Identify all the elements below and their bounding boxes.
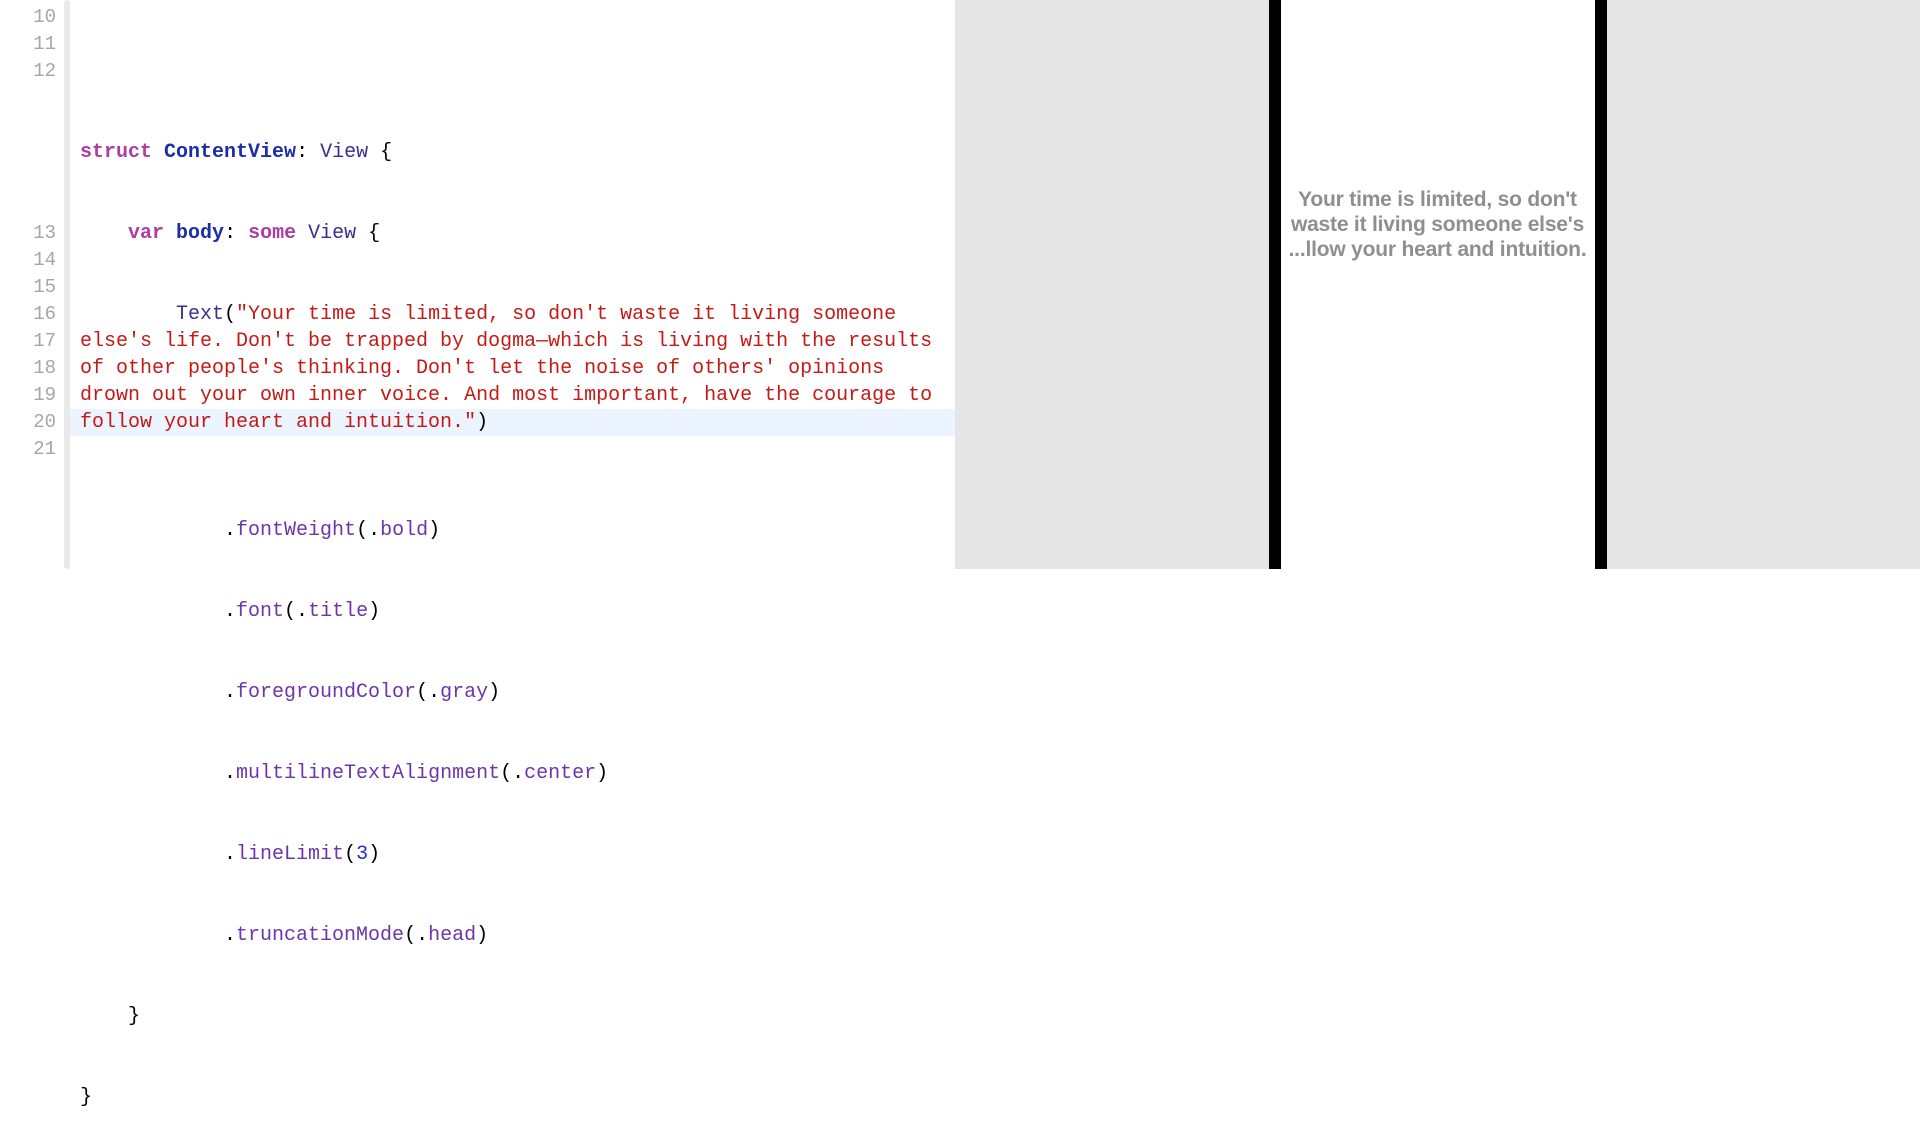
line-number: 17	[0, 328, 70, 355]
line-number: 10	[0, 4, 70, 31]
code-line[interactable]: }	[80, 1003, 955, 1030]
line-number: 20	[0, 409, 70, 436]
code-content-area[interactable]: struct ContentView: View { var body: som…	[70, 0, 955, 569]
device-screen: Your time is limited, so don't waste it …	[1281, 187, 1595, 263]
line-number: 16	[0, 301, 70, 328]
preview-pane: Your time is limited, so don't waste it …	[955, 0, 1920, 569]
line-number: 13	[0, 220, 70, 247]
code-editor-pane[interactable]: 10 11 12 13 14 15 16 17 18 19 20 21 stru…	[0, 0, 955, 569]
line-number: 18	[0, 355, 70, 382]
line-number: 12	[0, 58, 70, 220]
line-number: 11	[0, 31, 70, 58]
line-number: 19	[0, 382, 70, 409]
preview-text-output: Your time is limited, so don't waste it …	[1289, 187, 1587, 263]
code-line[interactable]: .lineLimit(3)	[80, 841, 955, 868]
preview-line: waste it living someone else's	[1291, 213, 1584, 236]
code-line[interactable]: .multilineTextAlignment(.center)	[80, 760, 955, 787]
preview-line: Your time is limited, so don't	[1298, 188, 1577, 211]
code-line[interactable]: struct ContentView: View {	[80, 139, 955, 166]
code-line[interactable]: .fontWeight(.bold)	[80, 517, 955, 544]
line-number: 15	[0, 274, 70, 301]
code-line[interactable]: }	[80, 1084, 955, 1111]
line-number: 21	[0, 436, 70, 463]
code-line[interactable]: Text("Your time is limited, so don't was…	[80, 301, 955, 463]
code-line[interactable]: .foregroundColor(.gray)	[80, 679, 955, 706]
code-line[interactable]: var body: some View {	[80, 220, 955, 247]
preview-line: ...llow your heart and intuition.	[1289, 238, 1587, 261]
device-frame: Your time is limited, so don't waste it …	[1269, 0, 1607, 569]
code-line[interactable]: .font(.title)	[80, 598, 955, 625]
line-number: 14	[0, 247, 70, 274]
line-gutter: 10 11 12 13 14 15 16 17 18 19 20 21	[0, 0, 70, 569]
code-line[interactable]: .truncationMode(.head)	[80, 922, 955, 949]
